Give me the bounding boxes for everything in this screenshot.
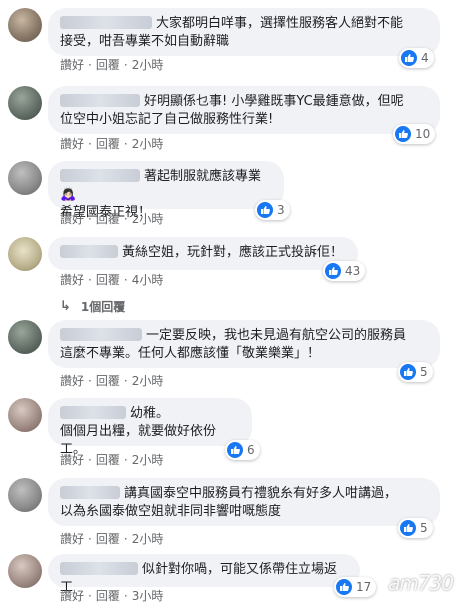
- reply-link[interactable]: 回覆: [96, 58, 120, 72]
- comment-text-line: 幼稚。: [130, 406, 170, 421]
- comment-bubble: 一定要反映，我也未見過有航空公司的服務員 這麼不專業。任何人都應該懂「敬業樂業」…: [48, 320, 440, 368]
- comment-bubble: 著起制服就應該專業🙇🏻‍♀️ 希望國泰正視！: [48, 161, 284, 220]
- like-link[interactable]: 讚好: [60, 453, 84, 467]
- timestamp[interactable]: 4小時: [132, 273, 164, 287]
- reaction-count[interactable]: 4: [399, 48, 434, 68]
- comment-actions: 讚好 · 回覆 · 2小時: [60, 58, 164, 72]
- reaction-count-text: 6: [247, 443, 255, 457]
- like-reaction-icon: [401, 50, 417, 66]
- timestamp[interactable]: 2小時: [132, 137, 164, 151]
- commenter-name-blurred[interactable]: [60, 16, 152, 29]
- like-reaction-icon: [336, 579, 352, 595]
- reaction-count[interactable]: 3: [255, 200, 290, 220]
- reply-link[interactable]: 回覆: [96, 589, 120, 603]
- reaction-count-text: 3: [277, 203, 285, 217]
- avatar[interactable]: [8, 161, 42, 195]
- like-link[interactable]: 讚好: [60, 273, 84, 287]
- comment-text-line: 以為糸國泰做空姐就非同非響咁嘅態度: [60, 504, 282, 519]
- commenter-name-blurred[interactable]: [60, 169, 140, 182]
- comment-actions: 讚好 · 回覆 · 4小時: [60, 273, 164, 287]
- comment-bubble: 黃絲空姐，玩針對，應該正式投訴佢！: [48, 237, 358, 270]
- comment-bubble: 講真國泰空中服務員冇禮貌糸有好多人咁講過， 以為糸國泰做空姐就非同非響咁嘅態度: [48, 478, 440, 526]
- commenter-name-blurred[interactable]: [60, 94, 140, 107]
- comment-text-line: 這麼不專業。任何人都應該懂「敬業樂業」！: [60, 346, 321, 361]
- reaction-count[interactable]: 10: [393, 124, 436, 144]
- comment-bubble: 大家都明白咩事，選擇性服務客人絕對不能 接受，咁吾專業不如自動辭職: [48, 8, 440, 56]
- avatar[interactable]: [8, 398, 42, 432]
- like-link[interactable]: 讚好: [60, 137, 84, 151]
- avatar[interactable]: [8, 237, 42, 271]
- comment-actions: 讚好 · 回覆 · 2小時: [60, 532, 164, 546]
- avatar[interactable]: [8, 320, 42, 354]
- reply-link[interactable]: 回覆: [96, 137, 120, 151]
- reaction-count[interactable]: 6: [225, 440, 260, 460]
- avatar[interactable]: [8, 478, 42, 512]
- comment-actions: 讚好 · 回覆 · 2小時: [60, 137, 164, 151]
- like-reaction-icon: [227, 442, 243, 458]
- comment-actions: 讚好 · 回覆 · 2小時: [60, 453, 164, 467]
- comment-text-line: 好明顯係乜事! 小學雞既事YC最鍾意做，但呢: [144, 94, 404, 109]
- like-link[interactable]: 讚好: [60, 589, 84, 603]
- timestamp[interactable]: 2小時: [132, 453, 164, 467]
- timestamp[interactable]: 2小時: [132, 212, 164, 226]
- view-replies-label: 1個回覆: [80, 300, 126, 314]
- watermark-logo: am730: [388, 571, 454, 595]
- comment-bubble: 幼稚。 個個月出糧，就要做好依份工。: [48, 398, 252, 457]
- reaction-count-text: 4: [421, 51, 429, 65]
- like-reaction-icon: [257, 202, 273, 218]
- reaction-count-text: 10: [415, 127, 431, 141]
- timestamp[interactable]: 2小時: [132, 374, 164, 388]
- comment-bubble: 似針對你喎，可能又係帶住立場返工: [48, 554, 360, 595]
- avatar[interactable]: [8, 554, 42, 588]
- reaction-count[interactable]: 5: [398, 362, 433, 382]
- reaction-count[interactable]: 43: [323, 261, 366, 281]
- reply-link[interactable]: 回覆: [96, 273, 120, 287]
- like-reaction-icon: [400, 520, 416, 536]
- like-link[interactable]: 讚好: [60, 532, 84, 546]
- like-reaction-icon: [400, 364, 416, 380]
- reply-link[interactable]: 回覆: [96, 532, 120, 546]
- reply-link[interactable]: 回覆: [96, 212, 120, 226]
- commenter-name-blurred[interactable]: [60, 562, 138, 575]
- comment-text-line: 講真國泰空中服務員冇禮貌糸有好多人咁講過，: [124, 486, 398, 501]
- comment-text-line: 位空中小姐忘記了自己做服務性行業!: [60, 112, 274, 127]
- reaction-count[interactable]: 17: [334, 577, 377, 597]
- like-reaction-icon: [395, 126, 411, 142]
- like-link[interactable]: 讚好: [60, 374, 84, 388]
- comment-text-line: 大家都明白咩事，選擇性服務客人絕對不能: [156, 16, 404, 31]
- reaction-count-text: 5: [420, 521, 428, 535]
- comment-actions: 讚好 · 回覆 · 3小時: [60, 589, 164, 603]
- reply-arrow-icon: ↳: [60, 299, 71, 314]
- view-replies-link[interactable]: ↳ 1個回覆: [60, 298, 125, 315]
- avatar[interactable]: [8, 86, 42, 120]
- comment-text-line: 一定要反映，我也未見過有航空公司的服務員: [146, 328, 407, 343]
- comment-text-line: 接受，咁吾專業不如自動辭職: [60, 34, 230, 49]
- reaction-count-text: 17: [356, 580, 372, 594]
- commenter-name-blurred[interactable]: [60, 328, 142, 341]
- timestamp[interactable]: 2小時: [132, 58, 164, 72]
- reply-link[interactable]: 回覆: [96, 374, 120, 388]
- commenter-name-blurred[interactable]: [60, 486, 120, 499]
- timestamp[interactable]: 3小時: [132, 589, 164, 603]
- like-link[interactable]: 讚好: [60, 58, 84, 72]
- comment-bubble: 好明顯係乜事! 小學雞既事YC最鍾意做，但呢 位空中小姐忘記了自己做服務性行業!: [48, 86, 440, 134]
- like-reaction-icon: [325, 263, 341, 279]
- avatar[interactable]: [8, 8, 42, 42]
- commenter-name-blurred[interactable]: [60, 245, 118, 258]
- reply-link[interactable]: 回覆: [96, 453, 120, 467]
- reaction-count-text: 5: [420, 365, 428, 379]
- reaction-count[interactable]: 5: [398, 518, 433, 538]
- reaction-count-text: 43: [345, 264, 361, 278]
- like-link[interactable]: 讚好: [60, 212, 84, 226]
- comment-actions: 讚好 · 回覆 · 2小時: [60, 212, 164, 226]
- comment-actions: 讚好 · 回覆 · 2小時: [60, 374, 164, 388]
- comment-text-line: 黃絲空姐，玩針對，應該正式投訴佢！: [122, 245, 344, 260]
- commenter-name-blurred[interactable]: [60, 406, 126, 419]
- timestamp[interactable]: 2小時: [132, 532, 164, 546]
